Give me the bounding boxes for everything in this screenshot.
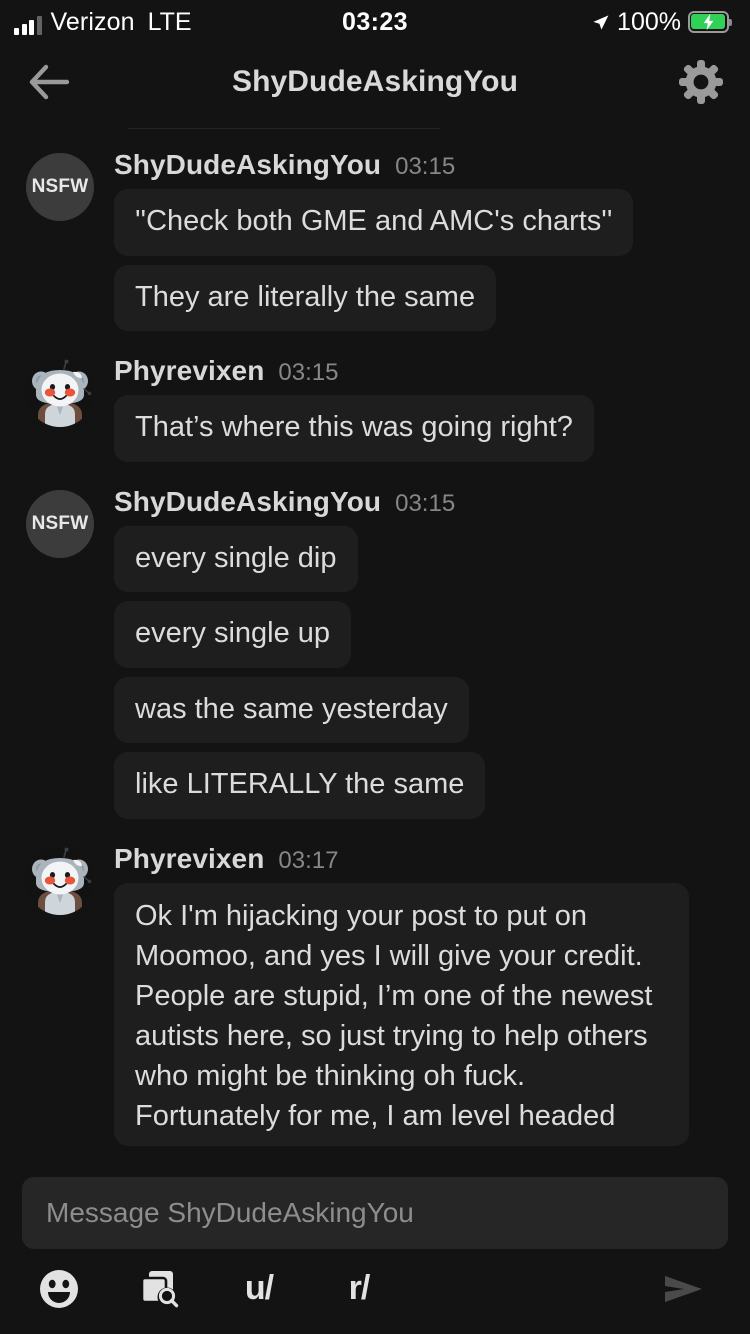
message-groups: NSFW ShyDudeAskingYou 03:15 ''Check both GM… xyxy=(26,149,724,1147)
avatar-nsfw[interactable]: NSFW xyxy=(26,489,94,558)
message-timestamp: 03:17 xyxy=(278,846,339,874)
message-group: NSFW ShyDudeAskingYou 03:15 every single di… xyxy=(26,486,724,819)
message-group: Phyrevixen 03:15 That’s where this was goi… xyxy=(26,355,724,462)
avatar-label: NSFW xyxy=(31,176,89,197)
avatar-column: NSFW xyxy=(26,486,98,819)
message-bubbles: That’s where this was going right? xyxy=(114,395,724,462)
message-username[interactable]: Phyrevixen xyxy=(114,843,264,875)
message-body: ShyDudeAskingYou 03:15 every single dip eve… xyxy=(98,486,724,819)
message-meta: ShyDudeAskingYou 03:15 xyxy=(114,486,724,526)
message-bubbles: every single dip every single up was the s… xyxy=(114,525,724,819)
message-bubble[interactable]: ''Check both GME and AMC's charts'' xyxy=(114,189,634,256)
message-divider xyxy=(128,128,440,129)
message-username[interactable]: ShyDudeAskingYou xyxy=(114,486,381,518)
message-list[interactable]: NSFW ShyDudeAskingYou 03:15 ''Check both GM… xyxy=(0,120,750,1165)
message-bubble[interactable]: They are literally the same xyxy=(114,264,497,332)
scroll-divider-wrap xyxy=(26,120,724,129)
send-arrow-icon xyxy=(665,1275,702,1302)
gear-icon xyxy=(679,60,723,104)
message-input-wrapper[interactable] xyxy=(22,1177,728,1249)
snoo-avatar-icon xyxy=(26,847,94,915)
message-timestamp: 03:15 xyxy=(278,359,339,387)
emoji-button[interactable] xyxy=(28,1258,90,1320)
snoo-avatar-icon xyxy=(26,359,94,427)
message-bubble[interactable]: every single up xyxy=(114,601,352,668)
message-bubble[interactable]: That’s where this was going right? xyxy=(114,395,594,462)
send-button[interactable] xyxy=(652,1258,714,1320)
message-bubbles: Ok I'm hijacking your post to put on Moo… xyxy=(114,882,724,1147)
chat-header: ShyDudeAskingYou xyxy=(0,44,750,120)
avatar-snoo[interactable] xyxy=(26,359,94,428)
carrier-name: Verizon xyxy=(50,7,135,36)
avatar-column xyxy=(26,355,98,462)
message-group: Phyrevixen 03:17 Ok I'm hijacking your pos… xyxy=(26,843,724,1147)
avatar-column: NSFW xyxy=(26,149,98,331)
message-timestamp: 03:15 xyxy=(395,489,456,517)
message-bubble[interactable]: was the same yesterday xyxy=(114,676,469,744)
message-meta: Phyrevixen 03:17 xyxy=(114,843,724,883)
message-username[interactable]: Phyrevixen xyxy=(114,355,264,387)
message-bubble[interactable]: every single dip xyxy=(114,525,358,593)
message-composer: u/ r/ xyxy=(0,1165,750,1334)
page-title: ShyDudeAskingYou xyxy=(231,65,519,98)
message-timestamp: 03:15 xyxy=(395,153,456,180)
message-meta: Phyrevixen 03:15 xyxy=(114,355,724,395)
status-bar-right: 100% xyxy=(591,7,732,36)
chat-screen: Verizon LTE 03:23 100% ShyDudeAskingYou … xyxy=(0,0,750,1334)
user-mention-button[interactable]: u/ xyxy=(228,1258,290,1320)
network-type: LTE xyxy=(147,7,192,36)
emoji-icon xyxy=(40,1269,78,1308)
message-group: NSFW ShyDudeAskingYou 03:15 ''Check both GM… xyxy=(26,149,724,332)
composer-toolbar: u/ r/ xyxy=(22,1249,728,1334)
message-meta: ShyDudeAskingYou 03:15 xyxy=(114,149,724,189)
battery-percentage: 100% xyxy=(617,7,681,36)
message-bubbles: ''Check both GME and AMC's charts'' They … xyxy=(114,189,724,332)
media-search-button[interactable] xyxy=(128,1258,190,1320)
location-arrow-icon xyxy=(593,14,609,30)
avatar-snoo[interactable] xyxy=(26,846,94,915)
status-bar-left: Verizon LTE xyxy=(14,7,192,36)
avatar-label: NSFW xyxy=(31,512,89,534)
message-username[interactable]: ShyDudeAskingYou xyxy=(114,149,381,181)
message-input[interactable] xyxy=(46,1197,704,1229)
message-bubble[interactable]: Ok I'm hijacking your post to put on Moo… xyxy=(114,882,689,1147)
avatar-column xyxy=(26,843,98,1146)
message-body: Phyrevixen 03:17 Ok I'm hijacking your pos… xyxy=(98,843,724,1147)
media-search-icon xyxy=(140,1270,179,1307)
back-arrow-icon xyxy=(29,64,70,100)
charging-bolt-icon xyxy=(703,13,714,31)
message-body: Phyrevixen 03:15 That’s where this was goi… xyxy=(98,355,724,462)
avatar-nsfw[interactable]: NSFW xyxy=(26,153,94,221)
battery-icon xyxy=(688,11,732,33)
status-bar: Verizon LTE 03:23 100% xyxy=(0,0,750,44)
message-bubble[interactable]: like LITERALLY the same xyxy=(114,752,486,819)
back-button[interactable] xyxy=(26,57,76,107)
message-body: ShyDudeAskingYou 03:15 ''Check both GME an… xyxy=(98,149,724,332)
signal-strength-icon xyxy=(14,15,42,35)
subreddit-mention-button[interactable]: r/ xyxy=(328,1258,390,1320)
settings-button[interactable] xyxy=(676,57,726,107)
